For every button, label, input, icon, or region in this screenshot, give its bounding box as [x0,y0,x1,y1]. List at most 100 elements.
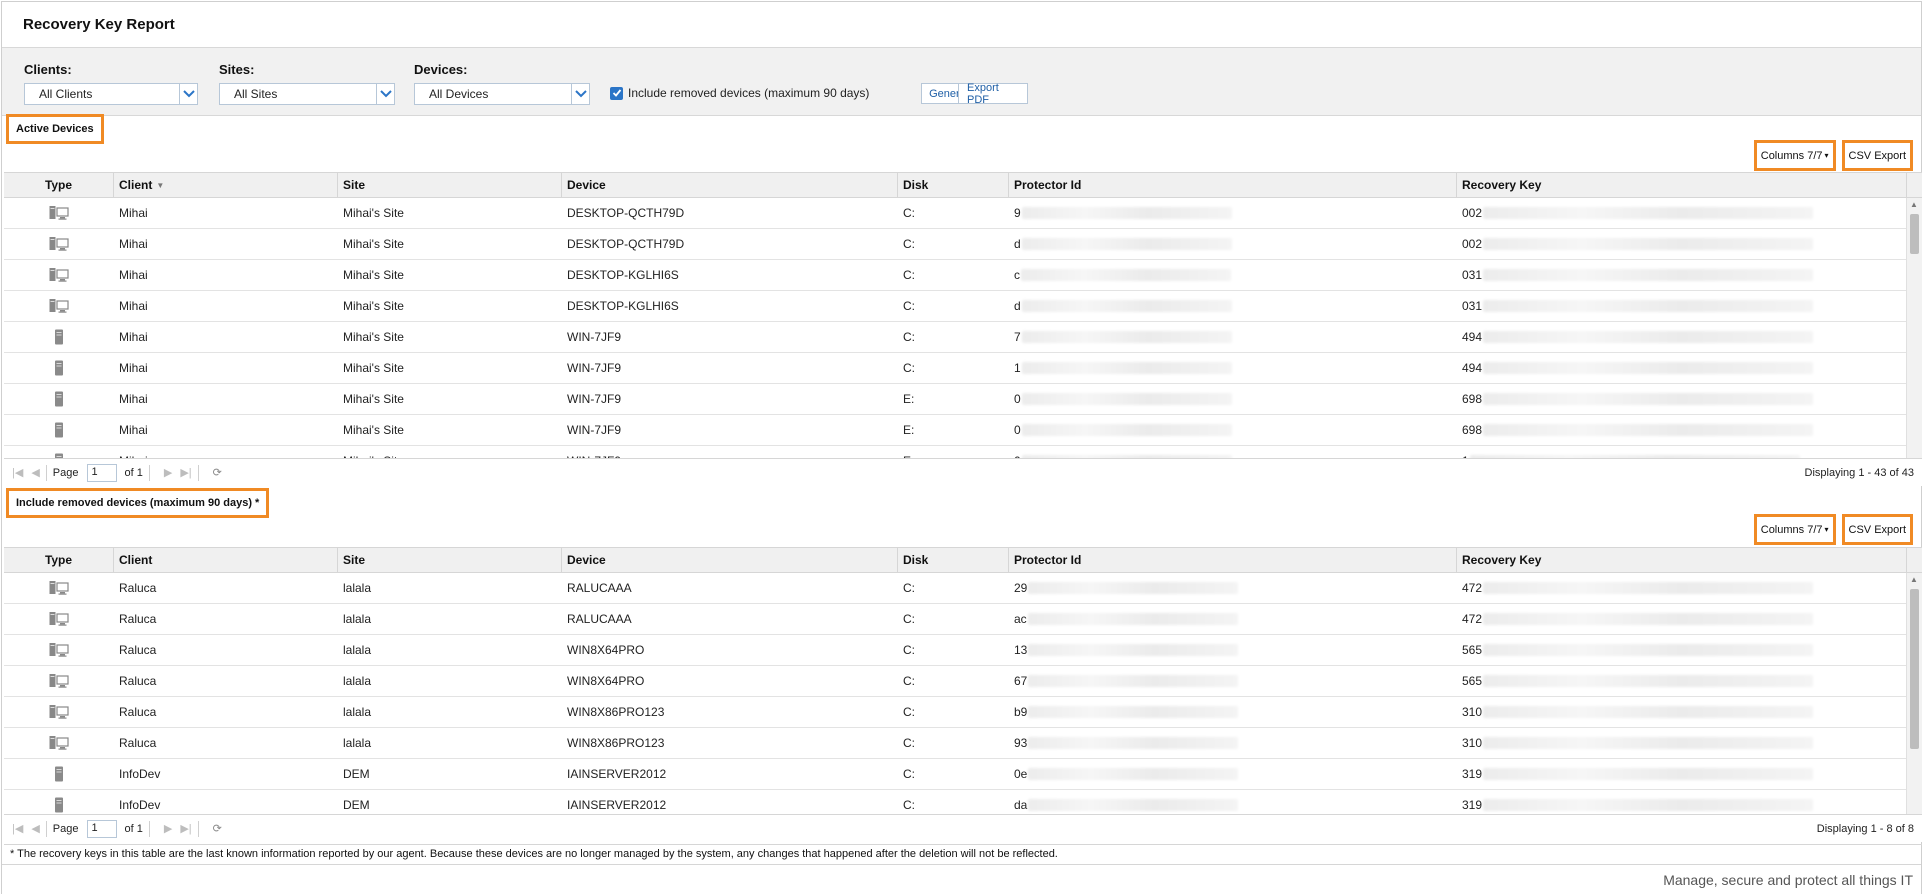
table-row[interactable]: Mihai Mihai's Site DESKTOP-QCTH79D C: 9 002 [4,198,1922,229]
cell-text: IAINSERVER2012 [567,767,667,781]
chevron-down-icon[interactable] [179,84,197,104]
cell-disk: C: [898,353,1009,383]
cell-text: 698 [1462,392,1483,406]
removed-columns-button[interactable]: Columns 7/7 ▾ [1753,514,1836,545]
column-header-protector-id[interactable]: Protector Id [1009,548,1457,572]
cell-text: DEM [343,798,370,812]
table-row[interactable]: Mihai Mihai's Site DESKTOP-KGLHI6S C: d 031 [4,291,1922,322]
refresh-icon[interactable]: ⟳ [213,822,222,835]
column-header-disk[interactable]: Disk [898,173,1009,197]
redacted-value [1028,799,1239,811]
sites-select[interactable]: All Sites [219,83,395,105]
active-csv-export-button[interactable]: CSV Export [1841,140,1913,171]
column-header-disk[interactable]: Disk [898,548,1009,572]
desktop-computer-icon [4,291,114,321]
table-row[interactable]: Mihai Mihai's Site WIN-7JF9 C: 1 494 [4,353,1922,384]
cell-text: 002 [1462,206,1483,220]
active-columns-label: Columns 7/7 [1760,149,1823,162]
redacted-value [1021,269,1231,281]
column-header-client[interactable]: Client [114,548,338,572]
table-row[interactable]: Raluca lalala WIN8X64PRO C: 13 565 [4,635,1922,666]
column-header-device[interactable]: Device [562,173,898,197]
last-page-icon[interactable]: ▶| [180,822,191,835]
table-row[interactable]: Raluca lalala RALUCAAA C: ac 472 [4,604,1922,635]
removed-csv-export-button[interactable]: CSV Export [1841,514,1913,545]
chevron-down-icon[interactable] [571,84,589,104]
devices-select[interactable]: All Devices [414,83,590,105]
page-number-input[interactable]: 1 [86,819,117,838]
redacted-value [1027,613,1238,625]
vertical-scrollbar[interactable]: ▲▼ [1906,573,1922,839]
desktop-computer-icon [4,229,114,259]
cell-text: Mihai's Site [343,423,404,437]
active-columns-button[interactable]: Columns 7/7 ▾ [1753,140,1836,171]
scroll-up-icon[interactable]: ▲ [1910,200,1918,209]
scrollbar-thumb[interactable] [1910,589,1919,749]
cell-recovery-key: 031 [1457,291,1907,321]
table-row[interactable]: Raluca lalala WIN8X86PRO123 C: 93 310 [4,728,1922,759]
cell-text: 0 [1014,392,1021,406]
table-row[interactable]: Mihai Mihai's Site DESKTOP-KGLHI6S C: c 031 [4,260,1922,291]
next-page-icon[interactable]: ▶ [164,822,172,835]
cell-disk: C: [898,697,1009,727]
cell-text: DESKTOP-QCTH79D [567,206,685,220]
column-header-site[interactable]: Site [338,173,562,197]
vertical-scrollbar[interactable]: ▲▼ [1906,198,1922,477]
column-header-protector-id[interactable]: Protector Id [1009,173,1457,197]
separator [197,464,199,481]
table-row[interactable]: Mihai Mihai's Site WIN-7JF9 C: 7 494 [4,322,1922,353]
include-removed-checkbox[interactable]: Include removed devices (maximum 90 days… [610,86,869,100]
removed-grid-body[interactable]: Raluca lalala RALUCAAA C: 29 472 Raluca lalala R… [4,573,1922,839]
next-page-icon[interactable]: ▶ [164,466,172,479]
sites-select-value: All Sites [234,87,278,101]
redacted-value [1483,706,1814,718]
column-header-device[interactable]: Device [562,548,898,572]
prev-page-icon[interactable]: ◀ [31,466,39,479]
scrollbar-thumb[interactable] [1910,214,1919,254]
cell-text: DESKTOP-KGLHI6S [567,299,679,313]
chevron-down-icon[interactable] [376,84,394,104]
table-row[interactable]: Raluca lalala WIN8X86PRO123 C: b9 310 [4,697,1922,728]
redacted-value [1028,706,1239,718]
cell-device: RALUCAAA [562,573,898,603]
column-header-site[interactable]: Site [338,548,562,572]
column-header-recovery-key[interactable]: Recovery Key [1457,173,1907,197]
prev-page-icon[interactable]: ◀ [31,822,39,835]
column-header-recovery-key[interactable]: Recovery Key [1457,548,1907,572]
cell-text: RALUCAAA [567,581,632,595]
active-displaying-count: Displaying 1 - 43 of 43 [1804,466,1914,479]
table-row[interactable]: Mihai Mihai's Site WIN-7JF9 E: 0 698 [4,415,1922,446]
cell-site: lalala [338,635,562,665]
devices-select-value: All Devices [429,87,489,101]
desktop-computer-icon [4,260,114,290]
active-grid-body[interactable]: Mihai Mihai's Site DESKTOP-QCTH79D C: 9 002 Mi… [4,198,1922,477]
checkmark-icon[interactable] [610,86,623,100]
column-header-client[interactable]: Client ▼ [114,173,338,197]
column-header-type[interactable]: Type [4,548,114,572]
cell-text: C: [903,206,915,220]
scroll-up-icon[interactable]: ▲ [1910,575,1918,584]
last-page-icon[interactable]: ▶| [180,466,191,479]
clients-select[interactable]: All Clients [24,83,198,105]
cell-text: WIN8X64PRO [567,674,645,688]
cell-site: lalala [338,666,562,696]
refresh-icon[interactable]: ⟳ [213,466,222,479]
cell-text: lalala [343,581,372,595]
sites-label: Sites: [219,62,255,77]
first-page-icon[interactable]: |◀ [12,466,23,479]
cell-device: WIN8X64PRO [562,666,898,696]
first-page-icon[interactable]: |◀ [12,822,23,835]
table-row[interactable]: Raluca lalala RALUCAAA C: 29 472 [4,573,1922,604]
export-pdf-button[interactable]: Export PDF [958,82,1028,106]
page-number-input[interactable]: 1 [86,463,117,482]
table-row[interactable]: Mihai Mihai's Site WIN-7JF9 E: 0 698 [4,384,1922,415]
desktop-computer-icon [4,198,114,228]
cell-device: DESKTOP-QCTH79D [562,229,898,259]
redacted-value [1483,362,1814,374]
cell-text: ac [1014,612,1027,626]
table-row[interactable]: InfoDev DEM IAINSERVER2012 C: 0e 319 [4,759,1922,790]
removed-grid-header: Type Client Site Device Disk Protector Id Reco… [4,547,1922,573]
column-header-type[interactable]: Type [4,173,114,197]
table-row[interactable]: Mihai Mihai's Site DESKTOP-QCTH79D C: d 002 [4,229,1922,260]
table-row[interactable]: Raluca lalala WIN8X64PRO C: 67 565 [4,666,1922,697]
